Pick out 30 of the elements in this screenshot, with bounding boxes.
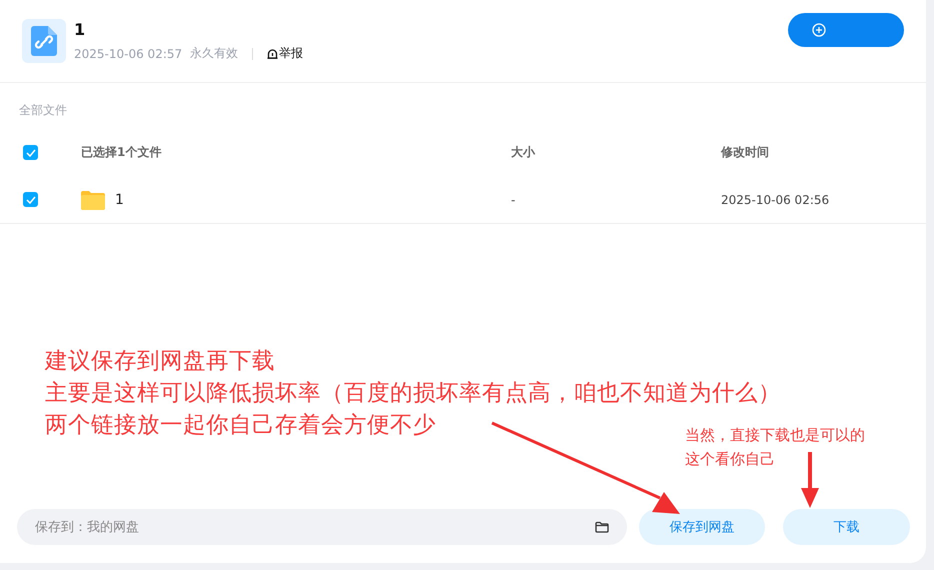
folder-icon <box>594 521 609 533</box>
breadcrumb: 全部文件 <box>18 102 68 119</box>
annotation-text: 建议保存到网盘再下载 <box>45 347 275 376</box>
arrow <box>801 452 819 508</box>
download-button[interactable]: 下载 <box>783 509 910 545</box>
share-date: 2025-10-06 02:57 <box>74 46 182 60</box>
save-to-disk-button[interactable]: 保存到网盘 <box>638 509 766 545</box>
save-path-field[interactable]: 保存到：我的网盘 <box>17 509 627 545</box>
share-title: 1 <box>74 20 86 39</box>
annotation-text: 当然，直接下载也是可以的 <box>685 425 865 446</box>
select-all-checkbox[interactable] <box>23 145 38 160</box>
link-file-icon <box>22 19 66 63</box>
annotation-text: 两个链接放一起你自己存着会方便不少 <box>45 411 436 440</box>
column-header: 修改时间 <box>721 145 769 159</box>
plus-circle-icon <box>812 23 826 37</box>
check-icon <box>26 148 36 156</box>
alarm-icon <box>267 48 278 59</box>
file-modified: 2025-10-06 02:56 <box>721 192 830 206</box>
save-link-button[interactable] <box>788 13 904 47</box>
row-checkbox[interactable] <box>23 192 38 207</box>
folder-icon <box>81 190 105 210</box>
validity-label: 永久有效 <box>190 45 238 62</box>
column-header: 已选择1个文件 <box>81 144 162 161</box>
check-icon <box>26 196 36 204</box>
report-link[interactable]: 举报 <box>267 45 304 62</box>
file-name[interactable]: 1 <box>115 192 124 208</box>
file-size: - <box>511 192 516 206</box>
annotation-text: 这个看你自己 <box>685 449 775 470</box>
column-header: 大小 <box>511 145 535 159</box>
annotation-text: 主要是这样可以降低损坏率（百度的损坏率有点高，咱也不知道为什么） <box>45 379 781 408</box>
